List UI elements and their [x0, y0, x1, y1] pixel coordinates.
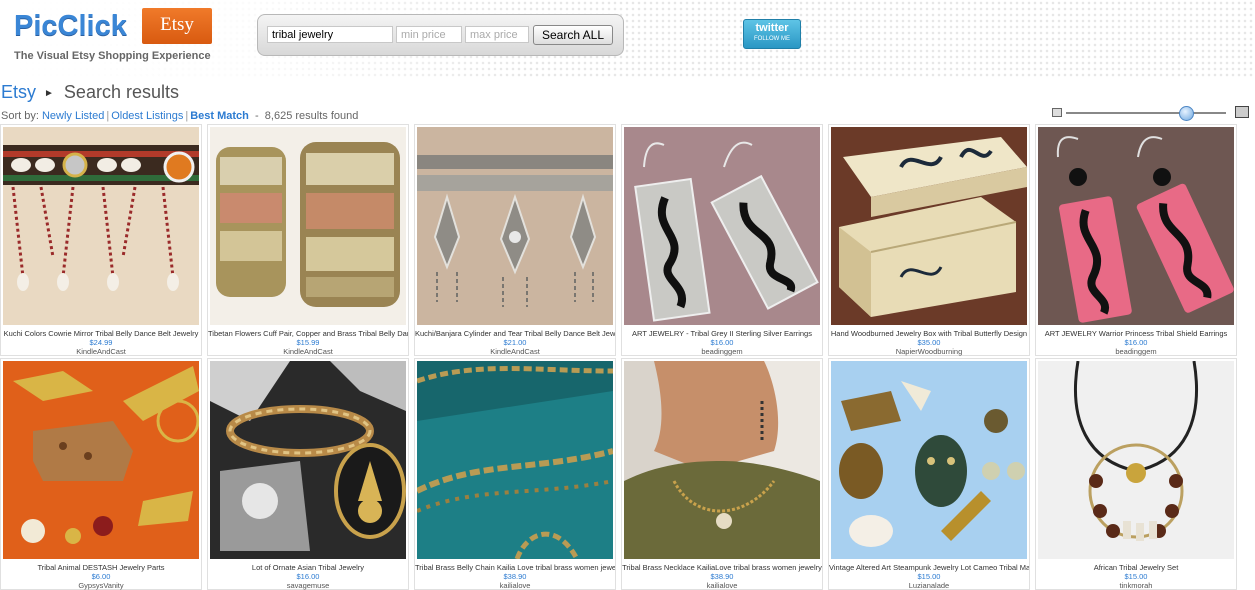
small-thumbnail-icon[interactable] [1052, 108, 1062, 117]
triangle-right-icon: ► [44, 88, 54, 99]
listing-card[interactable]: Tribal Brass Necklace KailiaLove tribal … [621, 358, 823, 590]
zoom-slider-handle[interactable] [1179, 106, 1194, 121]
breadcrumb-etsy-link[interactable]: Etsy [1, 82, 36, 102]
listing-shop[interactable]: NapierWoodburning [829, 347, 1029, 356]
search-all-button[interactable]: Search ALL [533, 25, 613, 45]
listing-price: $6.00 [91, 572, 111, 581]
listing-image-steampunk-lot[interactable] [831, 361, 1027, 559]
twitter-label: twitter [755, 22, 789, 34]
listing-image-warrior-earrings[interactable] [1038, 127, 1234, 325]
listing-price: $38.90 [710, 572, 734, 581]
listing-card[interactable]: Tribal Brass Belly Chain Kailia Love tri… [414, 358, 616, 590]
listing-shop[interactable]: KindleAndCast [1, 347, 201, 356]
listing-card[interactable]: Kuchi Colors Cowrie Mirror Tribal Belly … [0, 124, 202, 356]
listing-card[interactable]: Tibetan Flowers Cuff Pair, Copper and Br… [207, 124, 409, 356]
sort-bar: Sort by: Newly Listed | Oldest Listings | Be… [1, 110, 358, 122]
listing-shop[interactable]: kailialove [622, 581, 822, 590]
picclick-logo[interactable]: PicClick [14, 10, 127, 43]
listing-shop[interactable]: GypsysVanity [1, 581, 201, 590]
listing-price: $16.00 [710, 338, 734, 347]
breadcrumb-current: Search results [63, 82, 179, 102]
listing-title[interactable]: Lot of Ornate Asian Tribal Jewelry [208, 563, 408, 572]
tagline: The Visual Etsy Shopping Experience [14, 50, 211, 62]
listing-image-destash-parts[interactable] [3, 361, 199, 559]
listing-card[interactable]: Lot of Ornate Asian Tribal Jewelry $16.0… [207, 358, 409, 590]
listing-title[interactable]: ART JEWELRY - Tribal Grey II Sterling Si… [622, 329, 822, 338]
listing-image-woodburned-box[interactable] [831, 127, 1027, 325]
listing-card[interactable]: ART JEWELRY Warrior Princess Tribal Shie… [1035, 124, 1237, 356]
listing-price: $35.00 [917, 338, 941, 347]
listing-title[interactable]: Kuchi Colors Cowrie Mirror Tribal Belly … [1, 329, 201, 338]
results-grid: Kuchi Colors Cowrie Mirror Tribal Belly … [0, 124, 1255, 590]
listing-title[interactable]: ART JEWELRY Warrior Princess Tribal Shie… [1036, 329, 1236, 338]
listing-image-belly-chain[interactable] [417, 361, 613, 559]
sort-best-match[interactable]: Best Match [190, 110, 249, 122]
results-separator: - [251, 110, 262, 122]
listing-price: $24.99 [89, 338, 113, 347]
listing-image-kuchi-belt[interactable] [3, 127, 199, 325]
listing-image-tibetan-cuffs[interactable] [210, 127, 406, 325]
listing-image-grey-earrings[interactable] [624, 127, 820, 325]
listing-shop[interactable]: Luzianalade [829, 581, 1029, 590]
listing-price: $16.00 [1124, 338, 1148, 347]
listing-image-asian-lot[interactable] [210, 361, 406, 559]
listing-title[interactable]: Vintage Altered Art Steampunk Jewelry Lo… [829, 563, 1029, 572]
listing-card[interactable]: African Tribal Jewelry Set $15.00 tinkmo… [1035, 358, 1237, 590]
listing-shop[interactable]: tinkmorah [1036, 581, 1236, 590]
listing-shop[interactable]: KindleAndCast [208, 347, 408, 356]
listing-card[interactable]: Hand Woodburned Jewelry Box with Tribal … [828, 124, 1030, 356]
listing-card[interactable]: Kuchi/Banjara Cylinder and Tear Tribal B… [414, 124, 616, 356]
listing-title[interactable]: Hand Woodburned Jewelry Box with Tribal … [829, 329, 1029, 338]
listing-shop[interactable]: beadinggem [622, 347, 822, 356]
listing-title[interactable]: African Tribal Jewelry Set [1036, 563, 1236, 572]
sort-newly-listed[interactable]: Newly Listed [42, 110, 104, 122]
listing-image-banjara-belt[interactable] [417, 127, 613, 325]
large-thumbnail-icon[interactable] [1235, 106, 1249, 118]
listing-shop[interactable]: KindleAndCast [415, 347, 615, 356]
listing-shop[interactable]: beadinggem [1036, 347, 1236, 356]
twitter-follow-button[interactable]: twitter FOLLOW ME [743, 19, 801, 49]
listing-title[interactable]: Kuchi/Banjara Cylinder and Tear Tribal B… [415, 329, 615, 338]
listing-price: $15.00 [917, 572, 941, 581]
listing-price: $15.99 [296, 338, 320, 347]
listing-shop[interactable]: savagemuse [208, 581, 408, 590]
search-query-input[interactable] [267, 26, 393, 43]
listing-title[interactable]: Tribal Animal DESTASH Jewelry Parts [1, 563, 201, 572]
listing-price: $15.00 [1124, 572, 1148, 581]
zoom-slider-track[interactable] [1066, 112, 1226, 114]
sort-divider: | [106, 110, 110, 122]
sort-oldest-listings[interactable]: Oldest Listings [111, 110, 183, 122]
sort-divider: | [185, 110, 189, 122]
listing-title[interactable]: Tribal Brass Belly Chain Kailia Love tri… [415, 563, 615, 572]
listing-card[interactable]: Tribal Animal DESTASH Jewelry Parts $6.0… [0, 358, 202, 590]
listing-title[interactable]: Tibetan Flowers Cuff Pair, Copper and Br… [208, 329, 408, 338]
listing-image-african-set[interactable] [1038, 361, 1234, 559]
etsy-logo-badge[interactable]: Etsy [142, 8, 212, 44]
results-count: 8,625 results found [264, 110, 359, 122]
listing-price: $16.00 [296, 572, 320, 581]
listing-title[interactable]: Tribal Brass Necklace KailiaLove tribal … [622, 563, 822, 572]
max-price-input[interactable] [465, 26, 529, 43]
min-price-input[interactable] [396, 26, 462, 43]
listing-price: $21.00 [503, 338, 527, 347]
listing-card[interactable]: ART JEWELRY - Tribal Grey II Sterling Si… [621, 124, 823, 356]
listing-price: $38.90 [503, 572, 527, 581]
listing-shop[interactable]: kailialove [415, 581, 615, 590]
search-panel: Search ALL [257, 14, 624, 56]
follow-me-label: FOLLOW ME [753, 36, 790, 42]
sort-label: Sort by: [1, 110, 39, 122]
breadcrumb: Etsy ► Search results [1, 82, 179, 103]
listing-card[interactable]: Vintage Altered Art Steampunk Jewelry Lo… [828, 358, 1030, 590]
listing-image-brass-necklace[interactable] [624, 361, 820, 559]
